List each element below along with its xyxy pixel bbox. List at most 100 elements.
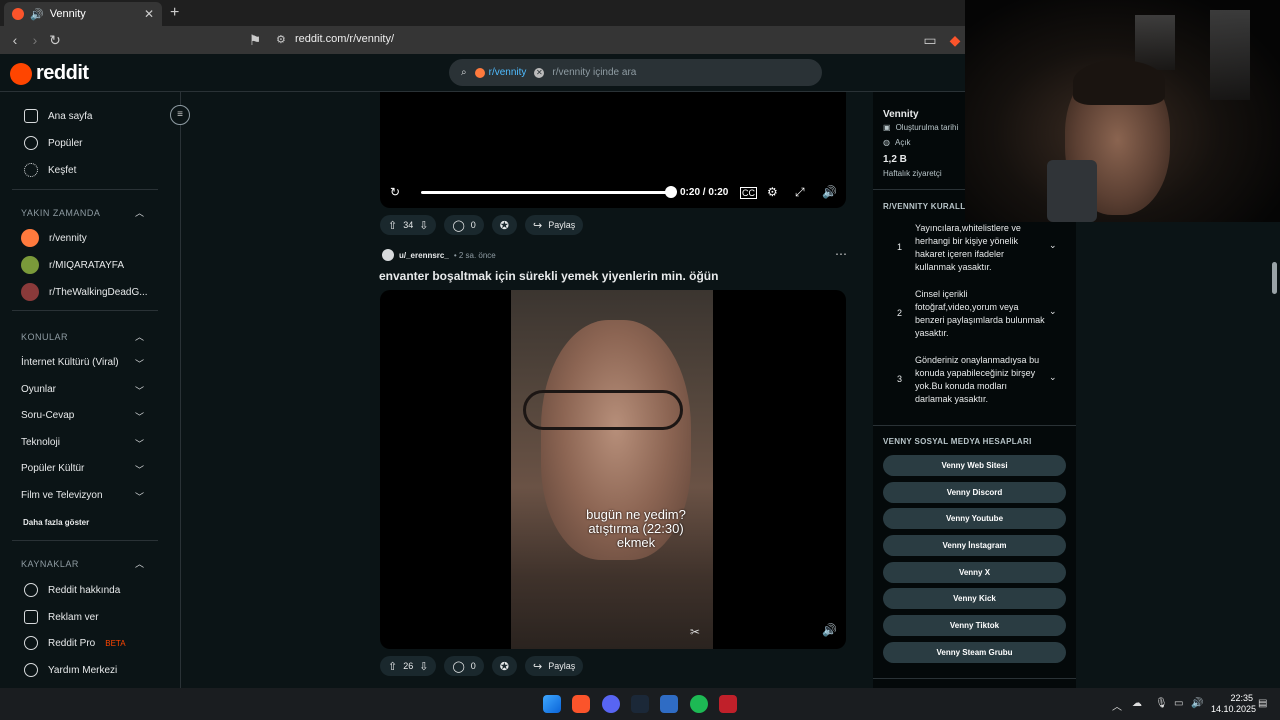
microphone-icon[interactable]: 🎙: [1155, 698, 1168, 709]
app-icon[interactable]: [660, 695, 678, 713]
resource-about[interactable]: Reddit hakkında: [24, 583, 120, 597]
chevron-down-icon[interactable]: ﹀: [135, 437, 144, 450]
weekly-visitors-label: Haftalık ziyaretçi: [883, 169, 942, 178]
fullscreen-icon[interactable]: ⤢: [795, 185, 805, 200]
reddit-logo[interactable]: reddit: [10, 62, 89, 85]
collapse-recent-icon[interactable]: ︿: [135, 206, 144, 219]
notification-icon[interactable]: ▤: [1258, 698, 1267, 709]
nav-popular[interactable]: Popüler: [24, 136, 82, 150]
topic-pop-culture[interactable]: Popüler Kültür: [21, 463, 84, 474]
user-avatar[interactable]: [382, 249, 394, 261]
chevron-down-icon[interactable]: ⌄: [1049, 372, 1057, 383]
chevron-down-icon[interactable]: ﹀: [135, 384, 144, 397]
discord-icon[interactable]: [602, 695, 620, 713]
volume-icon[interactable]: 🔊: [1191, 698, 1203, 709]
video-progress-bar[interactable]: [421, 191, 671, 194]
network-icon[interactable]: ▭: [1174, 698, 1183, 709]
bookmark-icon[interactable]: ⚑: [245, 30, 265, 50]
chevron-down-icon[interactable]: ⌄: [1049, 240, 1057, 251]
downvote-icon[interactable]: ⇩: [419, 660, 428, 673]
nav-explore[interactable]: Keşfet: [24, 163, 76, 177]
social-steam-button[interactable]: Venny Steam Grubu: [883, 642, 1066, 663]
resource-label: Yardım Merkezi: [48, 664, 118, 676]
app-icon[interactable]: [719, 695, 737, 713]
taskbar-clock[interactable]: 22:35 14.10.2025: [1211, 693, 1256, 715]
steam-icon[interactable]: [631, 695, 649, 713]
social-website-button[interactable]: Venny Web Sitesi: [883, 455, 1066, 476]
comments-button[interactable]: ◯ 0: [444, 656, 484, 676]
recent-vennity[interactable]: r/vennity: [21, 229, 87, 247]
scrollbar-thumb[interactable]: [1272, 262, 1277, 294]
downvote-icon[interactable]: ⇩: [419, 219, 428, 232]
cloud-icon[interactable]: ☁: [1132, 698, 1142, 709]
social-tiktok-button[interactable]: Venny Tiktok: [883, 615, 1066, 636]
share-button[interactable]: ↪ Paylaş: [525, 215, 584, 235]
captions-icon[interactable]: CC: [740, 187, 757, 199]
cast-icon[interactable]: ▭: [920, 30, 940, 50]
tray-overflow-icon[interactable]: ︿: [1112, 698, 1122, 713]
browser-tab[interactable]: 🔊 Vennity ✕: [4, 2, 162, 26]
start-icon[interactable]: [543, 695, 561, 713]
social-discord-button[interactable]: Venny Discord: [883, 482, 1066, 503]
upvote-icon[interactable]: ⇧: [388, 219, 397, 232]
reload-icon[interactable]: ↻: [45, 30, 65, 50]
topic-technology[interactable]: Teknoloji: [21, 437, 60, 448]
social-youtube-button[interactable]: Venny Youtube: [883, 508, 1066, 529]
recent-twd[interactable]: r/TheWalkingDeadG...: [21, 283, 148, 301]
chevron-down-icon[interactable]: ⌄: [1049, 306, 1057, 317]
new-tab-button[interactable]: +: [170, 4, 179, 22]
post-author[interactable]: u/_erennsrc_: [399, 251, 449, 260]
show-more-link[interactable]: Daha fazla göster: [23, 518, 89, 527]
chevron-down-icon[interactable]: ﹀: [135, 357, 144, 370]
topic-internet-culture[interactable]: İnternet Kültürü (Viral): [21, 357, 119, 368]
resource-help[interactable]: Yardım Merkezi: [24, 663, 117, 677]
post-title[interactable]: envanter boşaltmak için sürekli yemek yi…: [379, 269, 718, 283]
post2-video[interactable]: bugün ne yedim? atıştırma (22:30) ekmek …: [380, 290, 846, 649]
settings-gear-icon[interactable]: ⚙: [767, 185, 778, 199]
speaker-icon[interactable]: 🔊: [30, 8, 44, 21]
site-info-icon[interactable]: ⚙: [276, 33, 286, 46]
video-scrubber[interactable]: [665, 186, 677, 198]
chevron-down-icon[interactable]: ﹀: [135, 463, 144, 476]
vote-control[interactable]: ⇧ 34 ⇩: [380, 215, 437, 235]
topic-film-tv[interactable]: Film ve Televizyon: [21, 490, 103, 501]
recent-miqaratayfa[interactable]: r/MIQARATAYFA: [21, 256, 124, 274]
forward-icon[interactable]: ›: [25, 30, 45, 50]
url-field[interactable]: reddit.com/r/vennity/: [295, 33, 394, 45]
brave-browser-icon[interactable]: [572, 695, 590, 713]
social-kick-button[interactable]: Venny Kick: [883, 588, 1066, 609]
search-bar[interactable]: ⌕ r/vennity ✕ r/vennity içinde ara: [449, 59, 822, 86]
collapse-topics-icon[interactable]: ︿: [135, 330, 144, 343]
replay-icon[interactable]: ↻: [390, 185, 400, 199]
nav-home[interactable]: Ana sayfa: [24, 109, 92, 123]
brave-shield-icon[interactable]: ◆: [945, 30, 965, 50]
collapse-resources-icon[interactable]: ︿: [135, 557, 144, 570]
spotify-icon[interactable]: [690, 695, 708, 713]
topic-games[interactable]: Oyunlar: [21, 384, 56, 395]
search-community-chip[interactable]: r/vennity: [474, 67, 526, 78]
volume-icon[interactable]: 🔊: [822, 185, 837, 199]
chevron-down-icon[interactable]: ﹀: [135, 410, 144, 423]
clear-chip-icon[interactable]: ✕: [534, 67, 545, 78]
award-button[interactable]: ✪: [491, 656, 517, 676]
resource-advertise[interactable]: Reklam ver: [24, 610, 99, 624]
resource-pro[interactable]: Reddit Pro BETA: [24, 636, 126, 650]
more-options-icon[interactable]: ⋯: [835, 247, 847, 261]
upvote-icon[interactable]: ⇧: [388, 660, 397, 673]
social-instagram-button[interactable]: Venny İnstagram: [883, 535, 1066, 556]
vote-control[interactable]: ⇧ 26 ⇩: [380, 656, 437, 676]
chevron-down-icon[interactable]: ﹀: [135, 490, 144, 503]
topic-qa[interactable]: Soru-Cevap: [21, 410, 74, 421]
windows-taskbar: ︿ ☁ 🎙 ▭ 🔊 22:35 14.10.2025 ▤: [0, 688, 1280, 720]
close-tab-icon[interactable]: ✕: [144, 7, 154, 21]
volume-icon[interactable]: 🔊: [822, 623, 837, 637]
back-icon[interactable]: ‹: [5, 30, 25, 50]
share-button[interactable]: ↪ Paylaş: [525, 656, 584, 676]
comments-button[interactable]: ◯ 0: [444, 215, 484, 235]
search-placeholder[interactable]: r/vennity içinde ara: [552, 67, 636, 78]
sidebar-collapse-button[interactable]: ≡: [170, 105, 190, 125]
social-x-button[interactable]: Venny X: [883, 562, 1066, 583]
comment-icon: ◯: [452, 219, 465, 232]
page-scrollbar[interactable]: [1269, 222, 1279, 688]
award-button[interactable]: ✪: [491, 215, 517, 235]
